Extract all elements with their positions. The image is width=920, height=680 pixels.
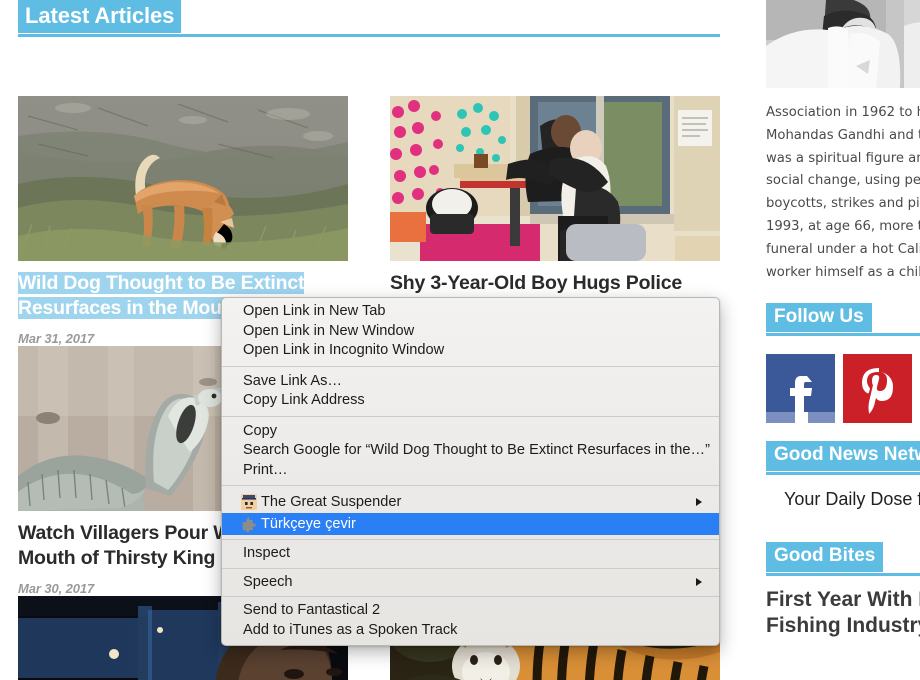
article-thumbnail-boy-hug[interactable] [390,96,720,261]
menu-item-label: Open Link in New Tab [243,303,386,319]
facebook-icon[interactable] [766,354,835,424]
paragraph-line: was a spiritual figure and an advocate f… [766,150,920,166]
menu-item-label: Speech [243,573,293,590]
menu-item-label: Copy Link Address [243,392,365,408]
menu-item-the-great-suspender[interactable]: The Great Suspender [222,491,719,513]
paragraph-line: funeral under a hot California sun. He w… [766,241,920,257]
menu-item-open-link-new-window[interactable]: Open Link in New Window [222,322,719,342]
menu-item-send-to-fantastical[interactable]: Send to Fantastical 2 [222,601,719,621]
good-bites-item[interactable]: First Year With No Whaling in Fishing In… [766,587,920,640]
sidebar-portrait-photo [766,0,920,88]
social-links [766,354,920,424]
article-thumbnail-wild-dog[interactable] [18,96,348,261]
menu-item-label: Open Link in New Window [243,322,415,339]
menu-item-label: Send to Fantastical 2 [243,602,381,618]
good-news-network-rule [766,472,920,475]
menu-item-search-google[interactable]: Search Google for “Wild Dog Thought to B… [222,441,719,461]
menu-item-label: Add to iTunes as a Spoken Track [243,621,458,638]
good-bites-heading-label: Good Bites [766,542,884,572]
menu-item-label: Print… [243,461,288,478]
menu-item-label: Open Link in Incognito Window [243,342,445,358]
menu-item-open-link-new-tab[interactable]: Open Link in New Tab [222,302,719,322]
paragraph-line: 1993, at age 66, more than 50,000 people [766,219,920,235]
menu-item-inspect[interactable]: Inspect [222,544,719,564]
puzzle-piece-icon [241,516,257,532]
menu-item-open-link-incognito-window[interactable]: Open Link in Incognito Window [222,341,719,361]
section-heading-rule [18,34,720,38]
page-title: Latest Articles [18,0,182,34]
good-bites-item-line1: First Year With No Whaling in [766,587,920,611]
paragraph-line: social change, using peaceful tactics li… [766,173,920,189]
right-sidebar: Association in 1962 to help farm workers… [766,0,920,680]
menu-item-save-link-as[interactable]: Save Link As… [222,372,719,392]
good-news-network-heading-label: Good News Network [766,441,920,471]
menu-item-label: Copy [243,422,278,439]
menu-separator [222,415,719,417]
context-menu[interactable]: Open Link in New Tab Open Link in New Wi… [221,297,720,646]
menu-item-label: Search Google for “Wild Dog Thought to B… [243,442,710,458]
menu-item-copy-link-address[interactable]: Copy Link Address [222,391,719,411]
menu-separator [222,365,719,367]
menu-separator [222,539,719,540]
menu-separator [222,567,719,569]
paragraph-line: Association in 1962 to help farm workers… [766,105,920,120]
menu-separator [222,485,719,486]
follow-us-heading-label: Follow Us [766,302,872,333]
follow-us-rule [766,333,920,337]
menu-item-copy[interactable]: Copy [222,422,719,442]
sidebar-paragraph: Association in 1962 to help farm workers… [766,102,920,285]
paragraph-line: worker himself as a child. [766,264,920,280]
menu-item-print[interactable]: Print… [222,461,719,481]
menu-item-turkceye-cevir[interactable]: Türkçeye çevir [222,513,719,535]
follow-us-heading: Follow Us [766,302,920,333]
chevron-right-icon [696,498,702,506]
menu-item-add-to-itunes[interactable]: Add to iTunes as a Spoken Track [222,621,719,641]
good-bites-rule [766,572,920,576]
menu-item-label: Inspect [243,545,291,561]
suspender-face-icon [241,494,257,510]
menu-item-label: Türkçeye çevir [261,516,356,532]
section-heading: Latest Articles [18,0,740,34]
menu-item-speech[interactable]: Speech [222,573,719,593]
good-bites-item-line2: Fishing Industry [766,614,920,638]
pinterest-icon[interactable] [843,354,912,424]
menu-separator [222,596,719,597]
paragraph-line: boycotts, strikes and pilgrimages. He di… [766,196,920,212]
paragraph-line: Mohandas Gandhi and the teachings of St. [766,127,920,143]
good-bites-heading: Good Bites [766,542,920,572]
menu-item-label: Save Link As… [243,372,342,389]
page-root: Latest Articles Wild Dog Thought to Be E… [0,0,920,680]
good-news-network-subtitle: Your Daily Dose for Good [784,489,920,509]
chevron-right-icon [696,578,702,587]
good-news-network-heading: Good News Network [766,441,920,471]
menu-item-label: The Great Suspender [261,494,402,510]
